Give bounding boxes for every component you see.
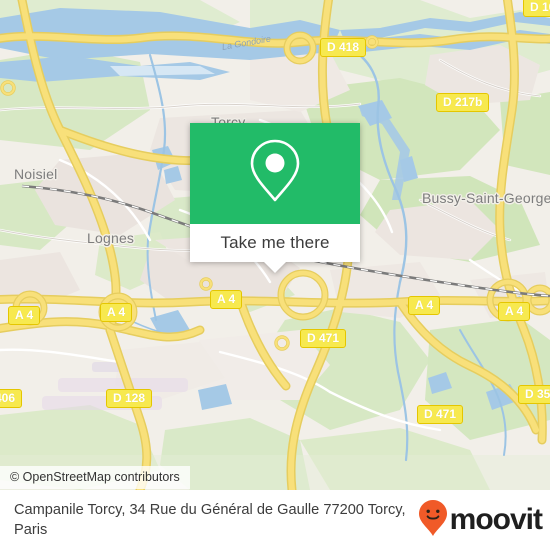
road-shield-d128: D 128 [106, 389, 153, 408]
moovit-logo[interactable]: moovit [418, 499, 543, 542]
road-shield-d217b: D 217b [436, 93, 490, 112]
moovit-wordmark: moovit [449, 503, 543, 536]
map-viewport[interactable]: Torcy Noisiel Lognes Bussy-Saint-George … [0, 0, 550, 490]
take-me-there-label: Take me there [220, 233, 330, 252]
address-text: Campanile Torcy, 34 Rue du Général de Ga… [14, 500, 418, 540]
map-pin-icon [247, 137, 303, 210]
road-shield-406: 406 [0, 389, 23, 408]
road-shield-d471-1: D 471 [300, 329, 347, 348]
road-shield-d10: D 10 [523, 0, 550, 17]
popup-header [190, 123, 360, 224]
map-attribution[interactable]: © OpenStreetMap contributors [0, 466, 190, 489]
road-shield-d418: D 418 [320, 38, 367, 57]
address-line-1: Campanile Torcy, 34 Rue du Général de Ga… [14, 502, 364, 518]
take-me-there-button[interactable]: Take me there [190, 224, 360, 262]
road-shield-d35: D 35 [518, 385, 550, 404]
road-shield-a4-4: A 4 [408, 296, 441, 315]
location-popup-card[interactable]: Take me there [190, 123, 360, 273]
popup-tail [264, 262, 286, 273]
road-shield-a4-3: A 4 [210, 290, 243, 309]
place-label-bussy-saint-george: Bussy-Saint-George [422, 190, 550, 206]
road-shield-a4-2: A 4 [100, 303, 133, 322]
place-label-lognes: Lognes [87, 230, 135, 246]
place-label-noisiel: Noisiel [14, 166, 58, 182]
road-shield-a4-5: A 4 [498, 302, 531, 321]
moovit-map-screenshot: Torcy Noisiel Lognes Bussy-Saint-George … [0, 0, 550, 550]
road-shield-d471-2: D 471 [417, 405, 464, 424]
footer-bar: Campanile Torcy, 34 Rue du Général de Ga… [0, 490, 550, 550]
road-shield-a4-1: A 4 [8, 306, 41, 325]
moovit-pin-icon [418, 499, 448, 542]
